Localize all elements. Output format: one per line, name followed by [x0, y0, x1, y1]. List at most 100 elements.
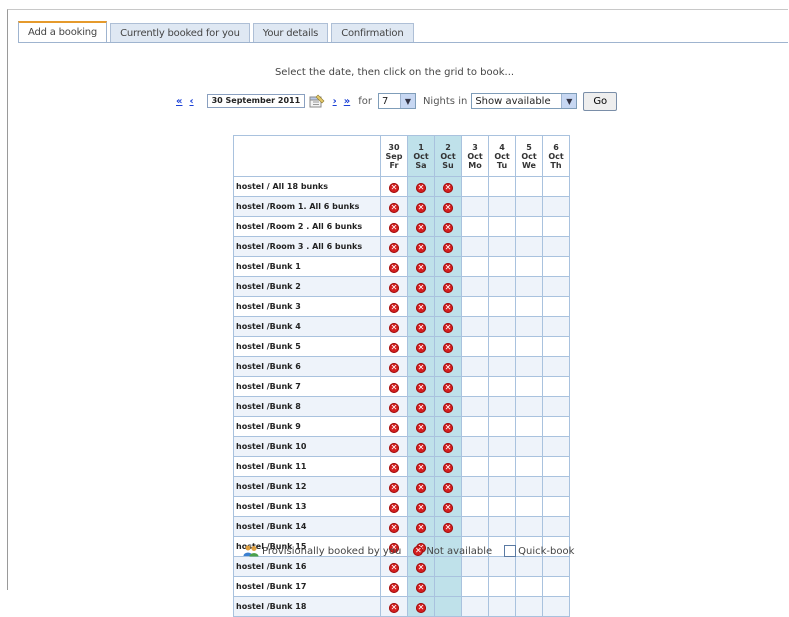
booking-cell[interactable] [515, 336, 543, 357]
tab-add-booking[interactable]: Add a booking [18, 21, 108, 43]
booking-cell[interactable]: ✕ [434, 356, 462, 377]
booking-cell[interactable]: ✕ [434, 416, 462, 437]
booking-cell[interactable] [542, 336, 570, 357]
booking-cell[interactable] [488, 216, 516, 237]
booking-cell[interactable]: ✕ [380, 336, 408, 357]
booking-cell[interactable]: ✕ [380, 176, 408, 197]
booking-cell[interactable] [488, 296, 516, 317]
booking-cell[interactable]: ✕ [407, 496, 435, 517]
booking-cell[interactable] [461, 176, 489, 197]
booking-cell[interactable]: ✕ [407, 336, 435, 357]
booking-cell[interactable] [515, 476, 543, 497]
go-button[interactable]: Go [583, 91, 618, 111]
booking-cell[interactable]: ✕ [434, 316, 462, 337]
booking-cell[interactable]: ✕ [407, 416, 435, 437]
booking-cell[interactable]: ✕ [380, 196, 408, 217]
booking-cell[interactable]: ✕ [434, 296, 462, 317]
booking-cell[interactable]: ✕ [407, 516, 435, 537]
booking-cell[interactable] [461, 256, 489, 277]
booking-cell[interactable]: ✕ [407, 296, 435, 317]
booking-cell[interactable] [434, 556, 462, 577]
booking-cell[interactable] [488, 176, 516, 197]
booking-cell[interactable] [461, 196, 489, 217]
booking-cell[interactable] [461, 356, 489, 377]
booking-cell[interactable] [488, 456, 516, 477]
booking-cell[interactable]: ✕ [380, 356, 408, 377]
booking-cell[interactable]: ✕ [380, 556, 408, 577]
booking-cell[interactable]: ✕ [407, 356, 435, 377]
booking-cell[interactable]: ✕ [407, 396, 435, 417]
booking-cell[interactable] [461, 596, 489, 617]
booking-cell[interactable]: ✕ [407, 436, 435, 457]
quickbook-checkbox[interactable] [504, 545, 517, 557]
booking-cell[interactable] [488, 416, 516, 437]
booking-cell[interactable] [542, 416, 570, 437]
booking-cell[interactable]: ✕ [380, 236, 408, 257]
booking-cell[interactable]: ✕ [434, 256, 462, 277]
booking-cell[interactable]: ✕ [380, 216, 408, 237]
booking-cell[interactable] [461, 416, 489, 437]
booking-cell[interactable] [461, 376, 489, 397]
booking-cell[interactable]: ✕ [434, 436, 462, 457]
booking-cell[interactable]: ✕ [380, 376, 408, 397]
booking-cell[interactable] [542, 316, 570, 337]
booking-cell[interactable] [461, 496, 489, 517]
booking-cell[interactable]: ✕ [434, 276, 462, 297]
booking-cell[interactable] [488, 196, 516, 217]
booking-cell[interactable]: ✕ [407, 596, 435, 617]
booking-cell[interactable] [488, 516, 516, 537]
booking-cell[interactable] [515, 496, 543, 517]
booking-cell[interactable] [515, 376, 543, 397]
booking-cell[interactable] [488, 476, 516, 497]
booking-cell[interactable]: ✕ [407, 176, 435, 197]
booking-cell[interactable]: ✕ [380, 456, 408, 477]
booking-cell[interactable]: ✕ [407, 236, 435, 257]
booking-cell[interactable]: ✕ [407, 256, 435, 277]
booking-cell[interactable] [542, 456, 570, 477]
booking-cell[interactable] [488, 436, 516, 457]
booking-cell[interactable] [461, 216, 489, 237]
booking-cell[interactable] [515, 396, 543, 417]
booking-cell[interactable]: ✕ [434, 456, 462, 477]
calendar-icon[interactable] [309, 94, 325, 109]
booking-cell[interactable]: ✕ [434, 396, 462, 417]
booking-cell[interactable] [542, 576, 570, 597]
tab-your-details[interactable]: Your details [252, 23, 329, 43]
booking-cell[interactable] [515, 436, 543, 457]
booking-cell[interactable] [461, 476, 489, 497]
booking-cell[interactable] [542, 556, 570, 577]
booking-cell[interactable] [461, 576, 489, 597]
booking-cell[interactable] [542, 216, 570, 237]
booking-cell[interactable] [434, 596, 462, 617]
booking-cell[interactable] [488, 276, 516, 297]
booking-cell[interactable]: ✕ [434, 336, 462, 357]
booking-cell[interactable] [461, 396, 489, 417]
booking-cell[interactable]: ✕ [407, 556, 435, 577]
booking-cell[interactable] [488, 236, 516, 257]
booking-cell[interactable] [515, 236, 543, 257]
first-page-link[interactable]: « [176, 96, 182, 107]
booking-cell[interactable] [515, 456, 543, 477]
booking-cell[interactable] [515, 516, 543, 537]
filter-select[interactable]: Show available ▼ [471, 93, 578, 109]
booking-cell[interactable]: ✕ [434, 516, 462, 537]
booking-cell[interactable]: ✕ [407, 216, 435, 237]
booking-cell[interactable]: ✕ [380, 256, 408, 277]
booking-cell[interactable] [542, 516, 570, 537]
booking-cell[interactable] [515, 416, 543, 437]
booking-cell[interactable] [542, 296, 570, 317]
booking-cell[interactable]: ✕ [380, 296, 408, 317]
date-input[interactable] [206, 94, 305, 108]
booking-cell[interactable]: ✕ [407, 376, 435, 397]
booking-cell[interactable] [488, 556, 516, 577]
next-link[interactable]: › [333, 96, 337, 107]
booking-cell[interactable] [542, 596, 570, 617]
booking-cell[interactable]: ✕ [407, 456, 435, 477]
booking-cell[interactable]: ✕ [380, 316, 408, 337]
booking-cell[interactable]: ✕ [407, 316, 435, 337]
booking-cell[interactable] [488, 496, 516, 517]
booking-cell[interactable] [515, 556, 543, 577]
booking-cell[interactable] [542, 476, 570, 497]
booking-cell[interactable] [515, 576, 543, 597]
nights-select[interactable]: 7 ▼ [377, 93, 416, 109]
